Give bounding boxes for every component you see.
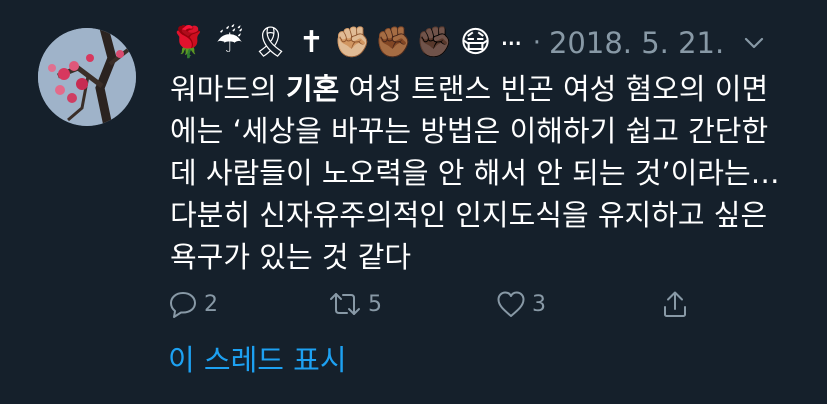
name-truncation-ellipsis: ···	[500, 26, 523, 60]
reply-button[interactable]: 2	[168, 282, 218, 326]
raised-fist-light-icon: ✊🏼	[333, 25, 372, 60]
separator-dot: ·	[532, 28, 541, 58]
yellow-ribbon-icon: 🎗	[251, 25, 290, 60]
share-button[interactable]	[662, 282, 688, 326]
latin-cross-icon: ✝	[298, 25, 325, 60]
retweet-count: 5	[368, 291, 382, 317]
show-thread-link[interactable]: 이 스레드 표시	[168, 336, 347, 384]
tweet-actions: 2 5 3	[168, 282, 688, 326]
chevron-down-icon[interactable]	[744, 37, 764, 49]
tweet-text-keyword: 기혼	[285, 72, 340, 106]
tweet-header: 🌹 ☔ 🎗 ✝ ✊🏼 ✊🏾 ✊🏿 😷 ··· · 2018. 5. 21.	[170, 20, 764, 66]
raised-fist-dark-icon: ✊🏿	[415, 25, 454, 60]
avatar[interactable]	[38, 28, 136, 126]
heart-icon	[497, 291, 525, 317]
umbrella-icon: ☔	[216, 25, 243, 60]
share-icon	[664, 291, 686, 317]
retweet-button[interactable]: 5	[328, 282, 382, 326]
reply-icon	[170, 292, 196, 318]
like-button[interactable]: 3	[496, 282, 546, 326]
reply-count: 2	[204, 291, 218, 317]
raised-fist-medium-dark-icon: ✊🏾	[374, 25, 413, 60]
mask-face-icon: 😷	[459, 25, 492, 60]
rose-icon: 🌹	[169, 25, 208, 60]
tweet-text: 워마드의 기혼 여성 트랜스 빈곤 여성 혐오의 이면 에는 ‘세상을 바꾸는 …	[170, 68, 810, 278]
tweet-text-lead: 워마드의	[170, 72, 286, 106]
tweet-date[interactable]: 2018. 5. 21.	[549, 26, 724, 60]
like-count: 3	[532, 291, 546, 317]
plum-blossom-photo	[38, 28, 136, 126]
retweet-icon	[330, 293, 360, 315]
